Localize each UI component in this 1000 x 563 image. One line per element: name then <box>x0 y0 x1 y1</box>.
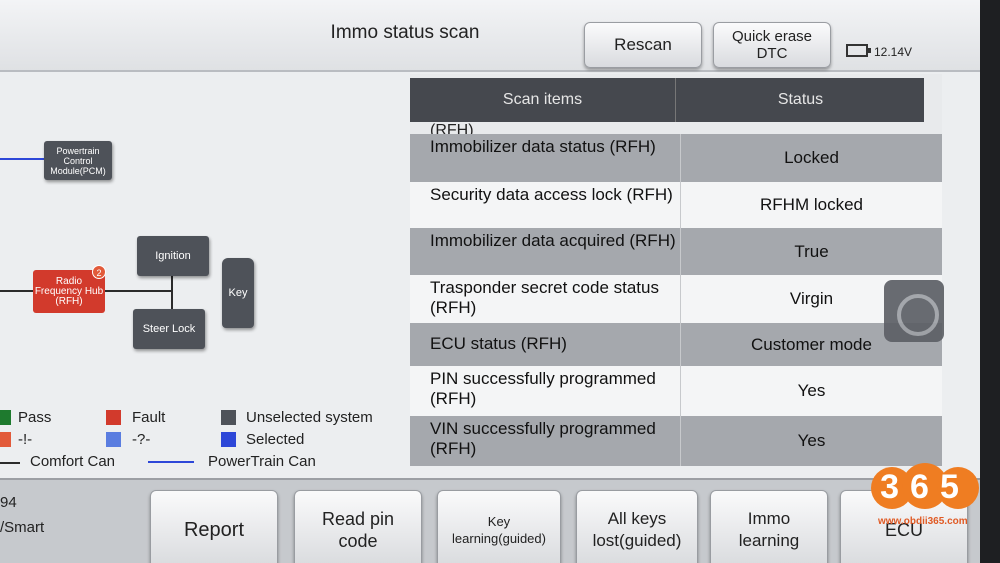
table-row[interactable]: VIN successfully programmed (RFH) Yes <box>410 416 942 466</box>
quick-erase-dtc-button[interactable]: Quick erase DTC <box>713 22 831 68</box>
scan-item-cell: Immobilizer data status (RFH) <box>430 137 656 156</box>
ignition-node[interactable]: Ignition <box>137 236 209 276</box>
quick-erase-label-line1: Quick erase <box>731 28 813 45</box>
battery-voltage: 12.14V <box>874 45 913 59</box>
key-node[interactable]: Key <box>222 258 254 328</box>
report-button[interactable]: Report <box>150 490 278 563</box>
legend-powertrain-can-line <box>148 461 194 463</box>
steer-lock-node-label: Steer Lock <box>142 322 196 335</box>
status-cell: Locked <box>680 134 942 182</box>
vehicle-info-line1: 94 <box>0 494 17 511</box>
page-title: Immo status scan <box>330 22 480 43</box>
quick-erase-label-line2: DTC <box>756 45 788 62</box>
rfh-ignition-connector <box>104 290 172 292</box>
table-row[interactable]: PIN successfully programmed (RFH) Yes <box>410 366 942 416</box>
app-screen: Immo status scan Rescan Quick erase DTC … <box>0 0 980 563</box>
battery-icon <box>846 44 871 57</box>
rfh-node-label: Radio Frequency Hub (RFH) <box>34 275 104 307</box>
watermark-digits: 365 <box>880 468 970 506</box>
legend-warning: -!- <box>18 431 33 448</box>
legend-selected: Selected <box>246 431 305 448</box>
rescan-button[interactable]: Rescan <box>584 22 702 68</box>
table-row[interactable]: Immobilizer data acquired (RFH) True <box>410 228 942 275</box>
pcm-node-label: Powertrain Control Module(PCM) <box>50 145 106 176</box>
scan-item-cell: Security data access lock (RFH) <box>430 185 673 204</box>
legend-fault-swatch <box>106 410 121 425</box>
table-row[interactable]: Trasponder secret code status (RFH) Virg… <box>410 275 942 323</box>
scan-item-cell: Immobilizer data acquired (RFH) <box>430 231 676 250</box>
vehicle-info-line2: /Smart <box>0 519 45 536</box>
read-pin-label-line2: code <box>338 531 378 551</box>
legend-unselected-swatch <box>221 410 236 425</box>
floating-assist-button[interactable] <box>884 280 944 342</box>
scan-item-cell: PIN successfully programmed (RFH) <box>430 369 656 408</box>
status-cell: Yes <box>680 366 942 416</box>
top-bar: Immo status scan Rescan Quick erase DTC … <box>0 0 980 72</box>
table-header: Scan items Status <box>410 78 924 122</box>
status-cell: RFHM locked <box>680 182 942 228</box>
legend-fault: Fault <box>132 409 166 426</box>
legend-comfort-can-line <box>0 462 20 464</box>
key-learning-guided-button[interactable]: Key learning(guided) <box>437 490 561 563</box>
column-header-status: Status <box>777 91 824 108</box>
pcm-node[interactable]: Powertrain Control Module(PCM) <box>44 141 112 180</box>
all-keys-lost-guided-button[interactable]: All keys lost(guided) <box>576 490 698 563</box>
legend-unselected-system: Unselected system <box>246 409 373 426</box>
scan-item-cell: Trasponder secret code status (RFH) <box>430 278 659 317</box>
read-pin-label-line1: Read pin <box>321 509 395 529</box>
legend-pass-swatch <box>0 410 11 425</box>
legend-unknown: -?- <box>132 431 151 448</box>
immo-learning-label-line2: learning <box>738 531 800 550</box>
immo-learning-button[interactable]: Immo learning <box>710 490 828 563</box>
legend-warning-swatch <box>0 432 11 447</box>
key-learning-label-line1: Key <box>487 514 511 529</box>
device-bezel <box>980 0 1000 563</box>
legend-pass: Pass <box>18 409 52 426</box>
legend-powertrain-can: PowerTrain Can <box>208 453 316 470</box>
immo-learning-label-line1: Immo <box>747 509 791 528</box>
status-cell: Yes <box>680 416 942 466</box>
table-row[interactable]: Immobilizer data status (RFH) Locked <box>410 134 942 182</box>
steer-lock-node[interactable]: Steer Lock <box>133 309 205 349</box>
status-cell: True <box>680 228 942 275</box>
key-learning-label-line2: learning(guided) <box>452 531 546 546</box>
all-keys-label-line2: lost(guided) <box>592 531 682 550</box>
table-row[interactable]: Security data access lock (RFH) RFHM loc… <box>410 182 942 228</box>
all-keys-label-line1: All keys <box>607 509 667 528</box>
legend-unknown-swatch <box>106 432 121 447</box>
ignition-steerlock-connector <box>171 275 173 310</box>
key-node-label: Key <box>228 286 248 299</box>
rfh-connector-line <box>0 290 36 292</box>
ignition-node-label: Ignition <box>155 249 191 262</box>
read-pin-code-button[interactable]: Read pin code <box>294 490 422 563</box>
rfh-dtc-badge: 2 <box>92 265 106 279</box>
legend-comfort-can: Comfort Can <box>30 453 116 470</box>
scan-item-cell: ECU status (RFH) <box>430 334 567 353</box>
table-row[interactable]: ECU status (RFH) Customer mode <box>410 323 942 366</box>
watermark-url: www.obdii365.com <box>878 516 968 527</box>
scan-results-table[interactable]: (RFH) Scan items Status Immobilizer data… <box>410 74 942 466</box>
vehicle-info: 94 /Smart <box>0 490 44 540</box>
legend-selected-swatch <box>221 432 236 447</box>
column-header-scan-items: Scan items <box>410 78 676 122</box>
powertrain-can-line <box>0 158 46 160</box>
scan-item-cell: VIN successfully programmed (RFH) <box>430 419 656 458</box>
